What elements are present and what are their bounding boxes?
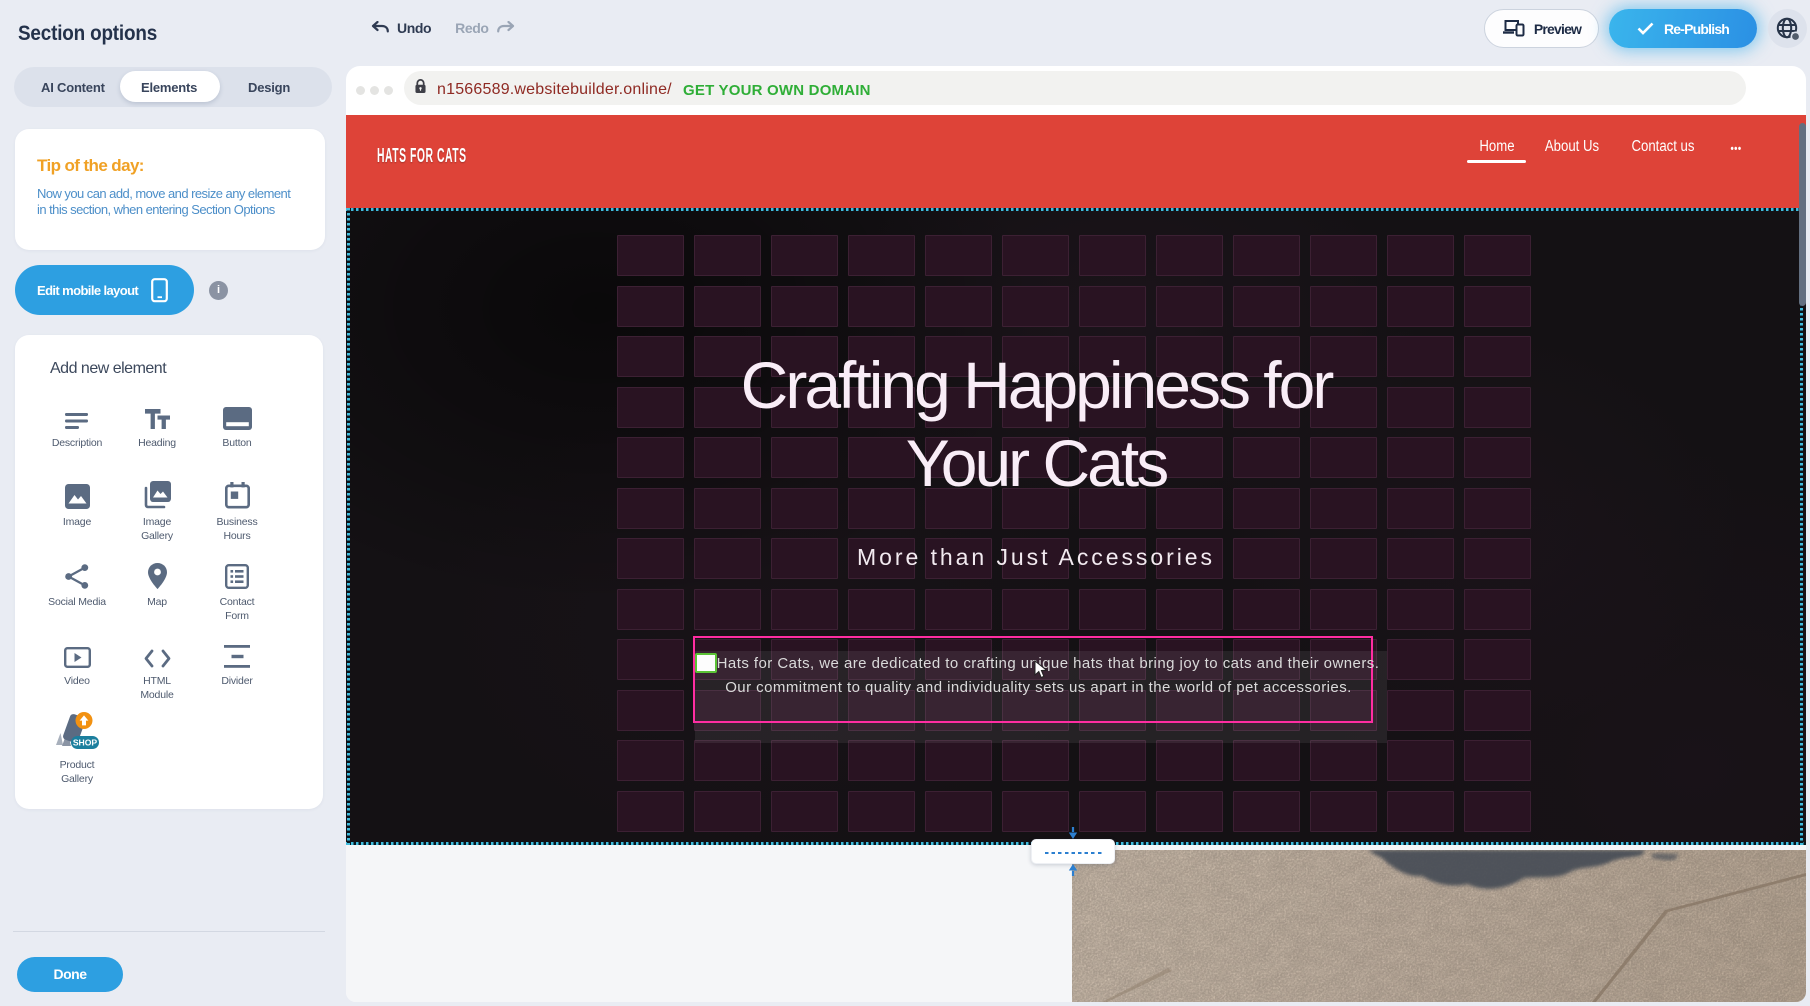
svg-text:SHOP: SHOP [73,737,98,747]
